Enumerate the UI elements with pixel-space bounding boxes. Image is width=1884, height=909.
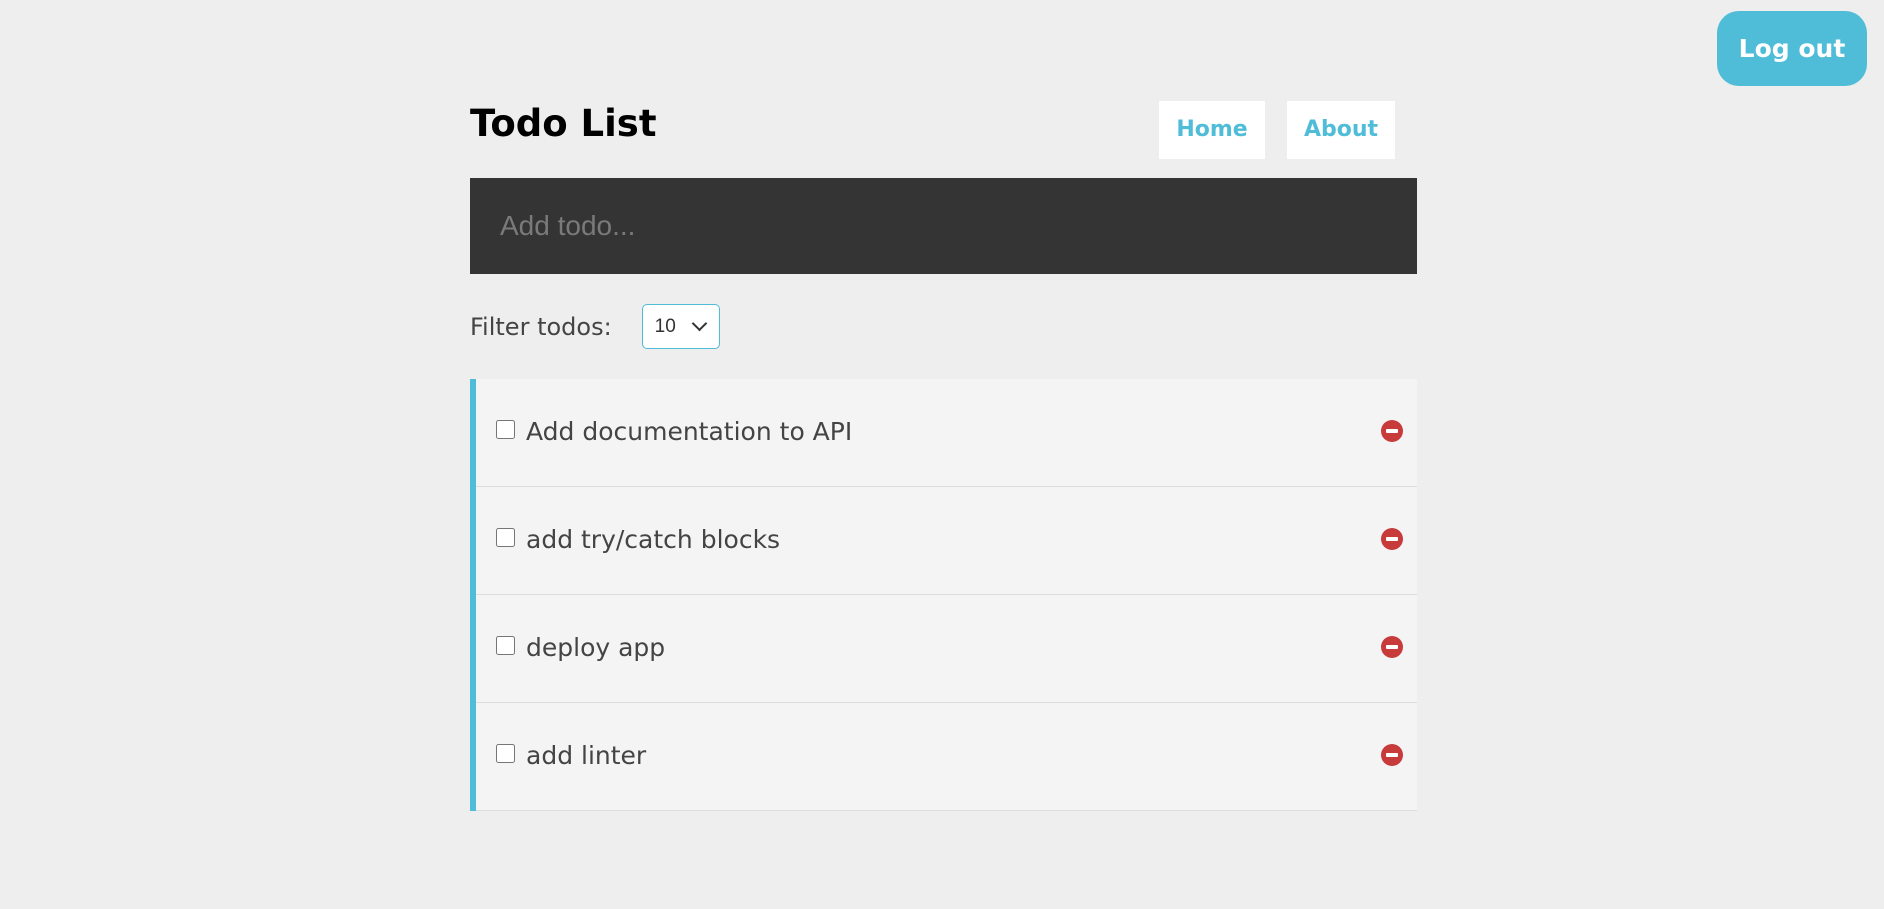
logout-button[interactable]: Log out <box>1717 11 1867 86</box>
todo-list: Add documentation to API add try/catch b… <box>470 379 1417 811</box>
todo-app: Todo List Home About Filter todos: 10 Ad… <box>470 100 1417 811</box>
filter-select[interactable]: 10 <box>641 304 720 349</box>
todo-item: deploy app <box>476 595 1417 703</box>
todo-item: Add documentation to API <box>476 379 1417 487</box>
todo-checkbox[interactable] <box>496 636 515 655</box>
main-nav: Home About <box>1159 101 1395 159</box>
header: Todo List Home About <box>470 100 1417 178</box>
filter-row: Filter todos: 10 <box>470 304 1417 349</box>
todo-text: add try/catch blocks <box>526 525 781 554</box>
delete-todo-icon[interactable] <box>1381 744 1403 766</box>
delete-todo-icon[interactable] <box>1381 420 1403 442</box>
chevron-down-icon <box>691 315 707 332</box>
todo-text: deploy app <box>526 633 666 662</box>
todo-item: add linter <box>476 703 1417 811</box>
add-todo-input[interactable] <box>470 178 1417 274</box>
delete-todo-icon[interactable] <box>1381 636 1403 658</box>
delete-todo-icon[interactable] <box>1381 528 1403 550</box>
nav-home-link[interactable]: Home <box>1159 101 1265 159</box>
todo-item: add try/catch blocks <box>476 487 1417 595</box>
todo-checkbox[interactable] <box>496 420 515 439</box>
todo-checkbox[interactable] <box>496 528 515 547</box>
filter-label: Filter todos: <box>470 312 612 341</box>
todo-text: add linter <box>526 741 647 770</box>
filter-selected-value: 10 <box>654 315 676 337</box>
todo-checkbox[interactable] <box>496 744 515 763</box>
page-title: Todo List <box>470 102 657 145</box>
todo-text: Add documentation to API <box>526 417 853 446</box>
nav-about-link[interactable]: About <box>1287 101 1395 159</box>
